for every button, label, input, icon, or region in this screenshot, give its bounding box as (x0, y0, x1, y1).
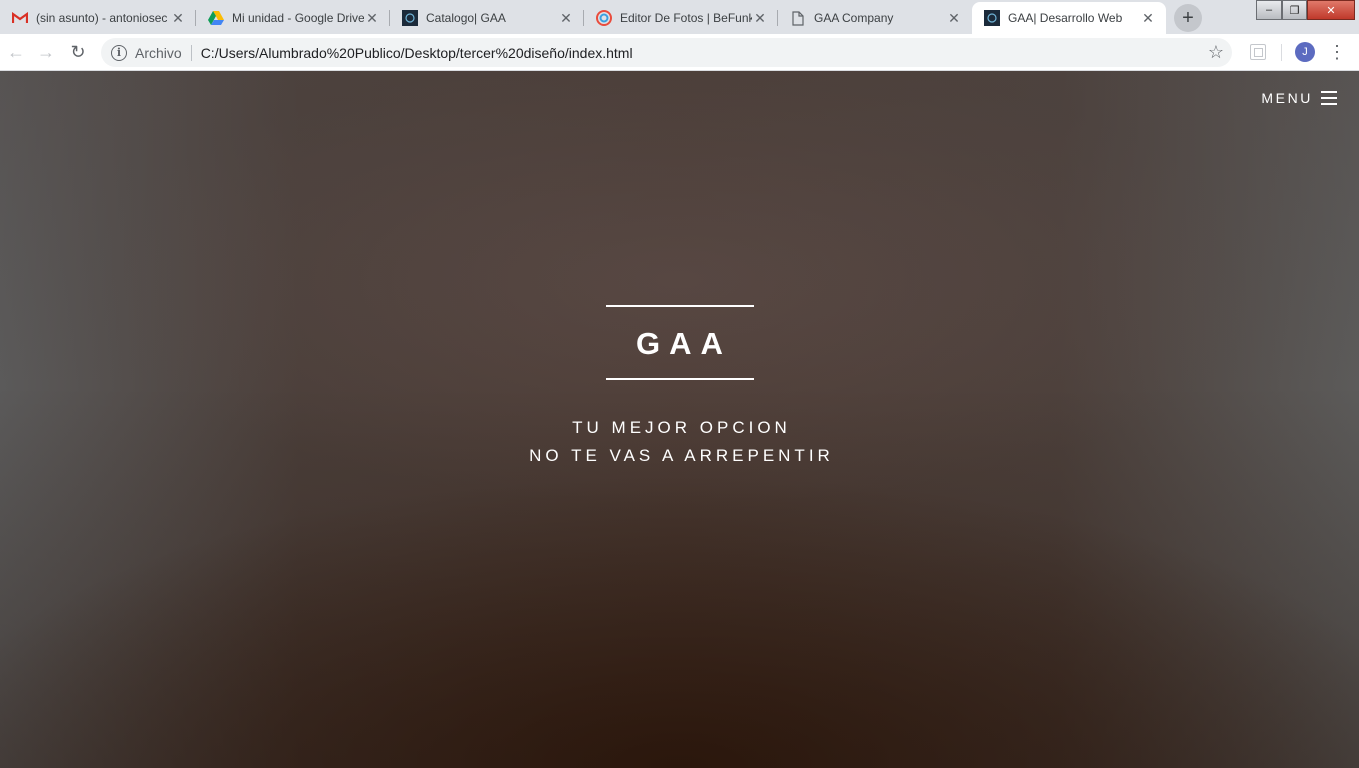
close-tab-icon[interactable]: ✕ (364, 10, 380, 26)
forward-button[interactable]: → (34, 40, 58, 64)
tab-title: (sin asunto) - antoniosec (36, 11, 168, 25)
tagline: TU MEJOR OPCION NO TE VAS A ARREPENTIR (525, 414, 834, 470)
maximize-button[interactable]: ❐ (1282, 0, 1307, 20)
tab-title: GAA Company (814, 11, 894, 25)
omnibox-separator (190, 44, 192, 61)
tab-title: GAA| Desarrollo Web (1008, 11, 1123, 25)
extension-icon[interactable] (1250, 44, 1266, 60)
address-bar[interactable]: i Archivo C:/Users/Alumbrado%20Publico/D… (101, 38, 1232, 67)
page-viewport: MENU GAA TU MEJOR OPCION NO TE VAS A ARR… (0, 71, 1359, 768)
tab-title: Mi unidad - Google Drive (232, 11, 364, 25)
minimize-button[interactable]: – (1256, 0, 1282, 20)
menu-button[interactable]: MENU (1261, 90, 1337, 106)
toolbar-separator (1281, 44, 1282, 61)
window-controls: – ❐ ✕ (1256, 0, 1355, 20)
close-tab-icon[interactable]: ✕ (558, 10, 574, 26)
menu-label: MENU (1261, 90, 1313, 106)
tab-befunky[interactable]: Editor De Fotos | BeFunky ✕ (584, 2, 778, 34)
brand-title: GAA (636, 326, 732, 361)
gaa-site-icon (402, 10, 418, 26)
close-tab-icon[interactable]: ✕ (170, 10, 186, 26)
tab-catalogo[interactable]: Catalogo| GAA ✕ (390, 2, 584, 34)
gaa-site-icon (984, 10, 1000, 26)
befunky-icon (596, 10, 612, 26)
browser-toolbar: ← → ↻ i Archivo C:/Users/Alumbrado%20Pub… (0, 34, 1359, 71)
document-icon (790, 10, 806, 26)
back-button[interactable]: ← (4, 40, 28, 64)
close-window-button[interactable]: ✕ (1307, 0, 1355, 20)
bookmark-star-icon[interactable]: ☆ (1208, 42, 1224, 63)
tab-title: Editor De Fotos | BeFunky (620, 11, 752, 25)
hero-bottom-rule (605, 378, 754, 380)
tab-title: Catalogo| GAA (426, 11, 506, 25)
info-icon[interactable]: i (111, 44, 127, 61)
url-text[interactable]: C:/Users/Alumbrado%20Publico/Desktop/ter… (201, 45, 633, 61)
close-tab-icon[interactable]: ✕ (1140, 10, 1156, 26)
tab-gaa-company[interactable]: GAA Company ✕ (778, 2, 972, 34)
reload-button[interactable]: ↻ (66, 40, 90, 64)
hero: GAA TU MEJOR OPCION NO TE VAS A ARREPENT… (0, 305, 1359, 470)
new-tab-button[interactable]: + (1174, 4, 1202, 32)
security-chip[interactable]: Archivo (135, 45, 182, 61)
hamburger-icon (1321, 91, 1337, 105)
close-tab-icon[interactable]: ✕ (946, 10, 962, 26)
tab-google-drive[interactable]: Mi unidad - Google Drive ✕ (196, 2, 390, 34)
tagline-line-2: NO TE VAS A ARREPENTIR (529, 446, 834, 465)
tagline-line-1: TU MEJOR OPCION (572, 418, 791, 437)
gmail-icon (12, 10, 28, 26)
tab-strip: (sin asunto) - antoniosec ✕ Mi unidad - … (0, 0, 1359, 34)
profile-avatar[interactable]: J (1295, 42, 1315, 62)
tab-gmail[interactable]: (sin asunto) - antoniosec ✕ (0, 2, 196, 34)
tab-desarrollo-web[interactable]: GAA| Desarrollo Web ✕ (972, 2, 1166, 34)
close-tab-icon[interactable]: ✕ (752, 10, 768, 26)
google-drive-icon (208, 10, 224, 26)
browser-menu-icon[interactable]: ⋮ (1326, 40, 1348, 64)
